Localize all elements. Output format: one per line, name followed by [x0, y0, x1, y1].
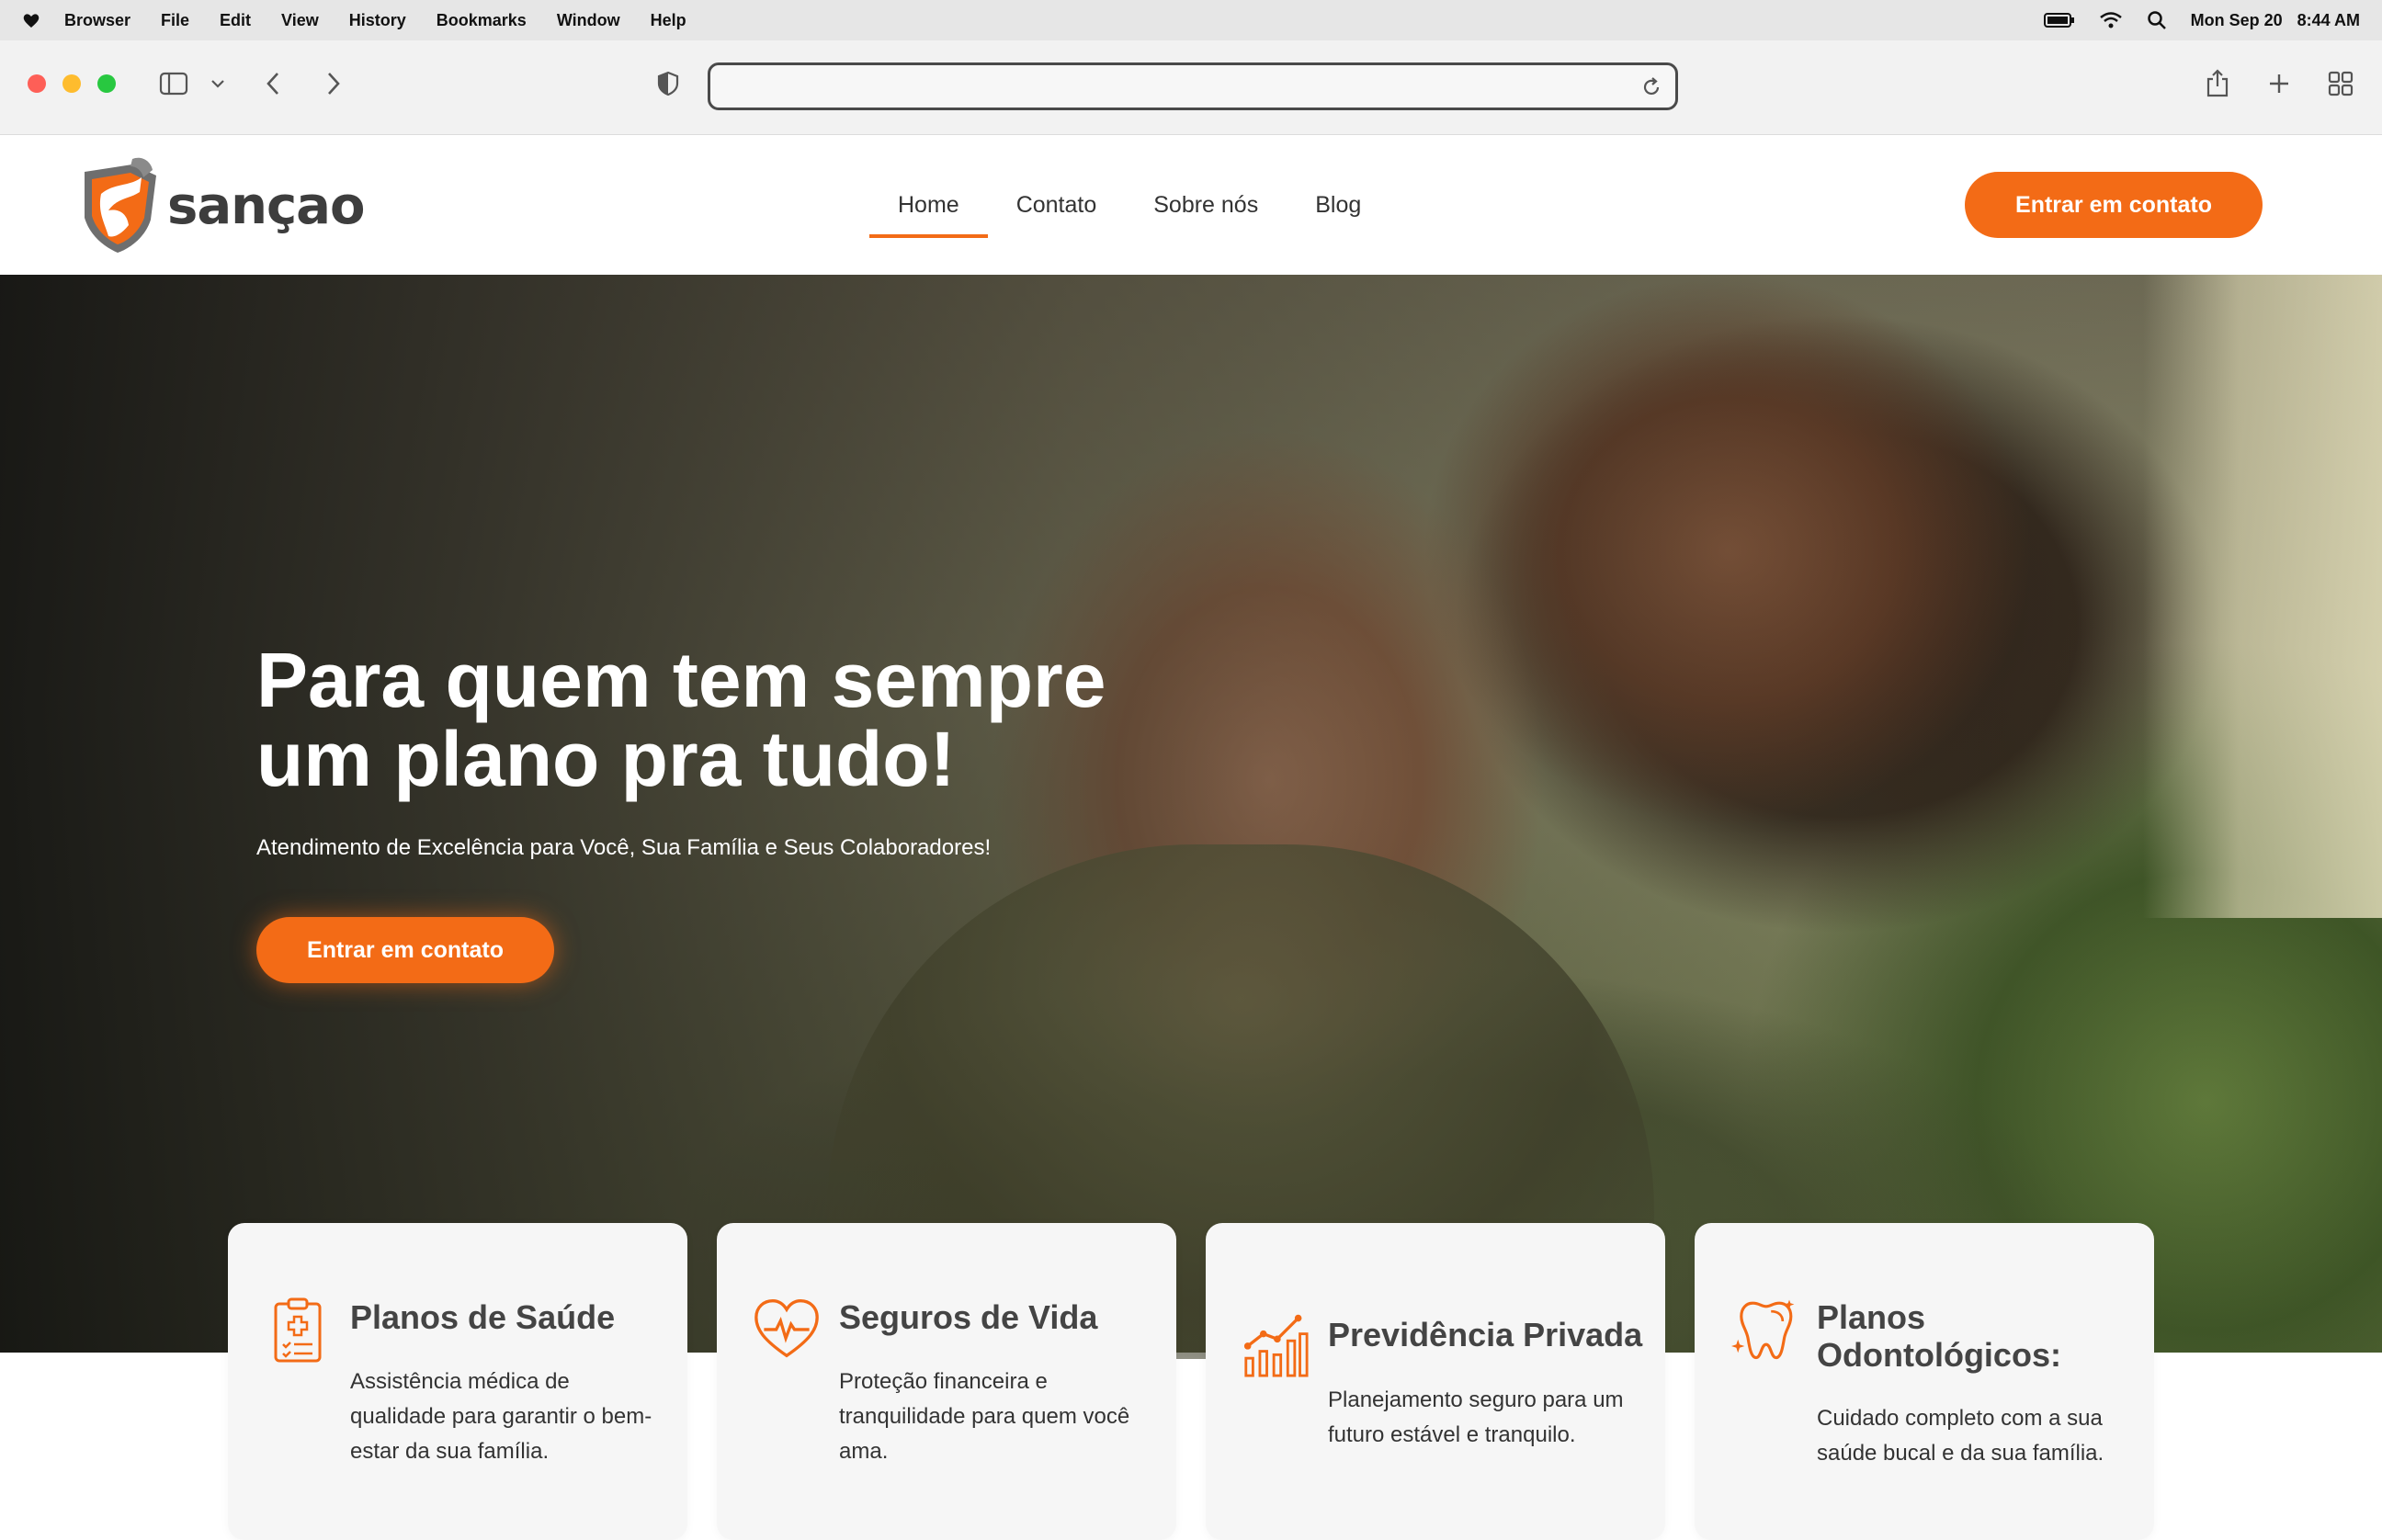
- menu-help[interactable]: Help: [651, 11, 686, 30]
- growth-chart-icon: [1242, 1308, 1309, 1381]
- wifi-icon[interactable]: [2099, 11, 2123, 29]
- site-logo[interactable]: sançao: [77, 155, 365, 256]
- hero-title-line1: Para quem tem sempre: [256, 637, 1106, 723]
- card-text: Planejamento seguro para um futuro estáv…: [1328, 1387, 1624, 1447]
- clock-date[interactable]: Mon Sep 20: [2191, 11, 2283, 30]
- os-menubar: Browser File Edit View History Bookmarks…: [0, 0, 2382, 40]
- main-nav: Home Contato Sobre nós Blog: [869, 135, 1390, 275]
- card-title: Planos Odontológicos:: [1817, 1298, 2061, 1374]
- tooth-icon: [1731, 1295, 1798, 1368]
- hero-title-line2: um plano pra tudo!: [256, 716, 956, 802]
- hero-subtitle: Atendimento de Excelência para Você, Sua…: [256, 835, 992, 860]
- card-seguros-vida[interactable]: Seguros de Vida Proteção financeira e tr…: [717, 1223, 1176, 1540]
- hero-background-building: [2143, 275, 2382, 918]
- zoom-window-button[interactable]: [97, 74, 116, 93]
- nav-home[interactable]: Home: [869, 135, 988, 275]
- address-bar[interactable]: [708, 62, 1678, 110]
- clock-time[interactable]: 8:44 AM: [2297, 11, 2360, 30]
- card-title: Planos de Saúde: [350, 1298, 616, 1336]
- shield-logo-icon: [85, 157, 156, 253]
- share-icon[interactable]: [2202, 68, 2233, 99]
- apple-logo-icon[interactable]: [22, 10, 42, 30]
- spotlight-search-icon[interactable]: [2147, 10, 2167, 30]
- clipboard-medical-icon: [265, 1297, 331, 1370]
- nav-blog[interactable]: Blog: [1287, 135, 1390, 275]
- menu-file[interactable]: File: [161, 11, 189, 30]
- window-controls: [28, 74, 116, 93]
- heart-pulse-icon: [754, 1297, 820, 1370]
- tabs-grid-icon[interactable]: [2325, 68, 2356, 99]
- hero-contact-button[interactable]: Entrar em contato: [256, 917, 554, 983]
- browser-toolbar: [0, 40, 2382, 135]
- menu-edit[interactable]: Edit: [220, 11, 251, 30]
- card-title: Previdência Privada: [1328, 1316, 1643, 1353]
- plus-icon[interactable]: [2263, 68, 2295, 99]
- card-text: Assistência médica de qualidade para gar…: [350, 1369, 652, 1464]
- nav-contato[interactable]: Contato: [988, 135, 1126, 275]
- battery-icon[interactable]: [2043, 12, 2075, 28]
- menu-app-name[interactable]: Browser: [64, 11, 130, 30]
- menu-history[interactable]: History: [349, 11, 406, 30]
- menu-bookmarks[interactable]: Bookmarks: [437, 11, 527, 30]
- forward-icon[interactable]: [318, 68, 349, 99]
- services-cards: Planos de Saúde Assistência médica de qu…: [228, 1223, 2154, 1540]
- card-previdencia-privada[interactable]: Previdência Privada Planejamento seguro …: [1206, 1223, 1665, 1540]
- chevron-down-icon[interactable]: [202, 68, 233, 99]
- menu-view[interactable]: View: [281, 11, 319, 30]
- logo-wordmark: sançao: [167, 176, 365, 236]
- back-icon[interactable]: [257, 68, 289, 99]
- sidebar-icon[interactable]: [158, 68, 189, 99]
- header-contact-button[interactable]: Entrar em contato: [1965, 172, 2263, 238]
- nav-sobre-nos[interactable]: Sobre nós: [1125, 135, 1287, 275]
- card-title: Seguros de Vida: [839, 1298, 1098, 1336]
- hero-banner: Para quem tem sempre um plano pra tudo! …: [0, 275, 2382, 1359]
- card-text: Proteção financeira e tranquilidade para…: [839, 1369, 1130, 1464]
- card-planos-saude[interactable]: Planos de Saúde Assistência médica de qu…: [228, 1223, 687, 1540]
- shield-icon[interactable]: [652, 68, 684, 99]
- card-planos-odontologicos[interactable]: Planos Odontológicos: Cuidado completo c…: [1695, 1223, 2154, 1540]
- reload-icon[interactable]: [1640, 76, 1662, 103]
- hero-title: Para quem tem sempre um plano pra tudo!: [256, 640, 1267, 798]
- site-header: sançao Home Contato Sobre nós Blog Entra…: [0, 135, 2382, 275]
- close-window-button[interactable]: [28, 74, 46, 93]
- menu-window[interactable]: Window: [557, 11, 620, 30]
- card-text: Cuidado completo com a sua saúde bucal e…: [1817, 1406, 2104, 1466]
- minimize-window-button[interactable]: [62, 74, 81, 93]
